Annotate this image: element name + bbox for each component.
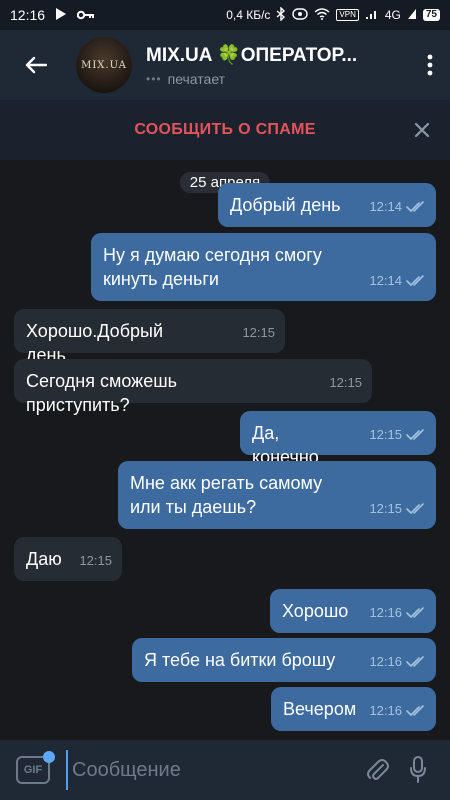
message-meta: 12:16 [369, 699, 426, 723]
signal-icon [365, 8, 379, 23]
double-check-icon [406, 201, 424, 212]
outgoing-message[interactable]: Мне акк регать самому или ты даешь? 12:15 [118, 461, 436, 529]
incoming-message[interactable]: Хорошо.Добрый день 12:15 [14, 309, 285, 365]
net-speed: 0,4 КБ/с [226, 8, 271, 22]
double-check-icon [406, 705, 424, 716]
message-meta: 12:15 [369, 497, 426, 521]
message-input[interactable] [66, 750, 358, 790]
gif-label: GIF [23, 764, 43, 776]
message-time: 12:16 [369, 654, 402, 669]
signal-icon-2 [407, 8, 417, 23]
bluetooth-icon [276, 5, 286, 24]
avatar-logo: MIX.UA [81, 59, 127, 71]
message-meta: 12:16 [369, 650, 426, 674]
alarm-icon [292, 7, 309, 23]
back-button[interactable] [8, 37, 64, 93]
message-meta: 12:15 [369, 423, 426, 447]
report-spam-button[interactable]: СООБЩИТЬ О СПАМЕ [134, 121, 315, 139]
double-check-icon [406, 275, 424, 286]
double-check-icon [406, 607, 424, 618]
message-meta: 12:15 [242, 321, 275, 345]
close-spam-button[interactable] [410, 118, 434, 142]
message-meta: 12:16 [369, 601, 426, 625]
close-icon [414, 122, 430, 138]
more-vertical-icon [427, 54, 433, 76]
message-meta: 12:15 [79, 549, 112, 573]
attach-button[interactable] [358, 750, 398, 790]
vpn-badge: VPN [336, 9, 359, 21]
message-meta: 12:14 [369, 269, 426, 293]
message-meta: 12:15 [329, 371, 362, 395]
chat-title: MIX.UA 🍀ОПЕРАТОР... [146, 45, 358, 66]
typing-dots-icon: ••• [146, 72, 162, 86]
outgoing-message[interactable]: Добрый день 12:14 [218, 183, 436, 227]
message-time: 12:14 [369, 273, 402, 288]
double-check-icon [406, 656, 424, 667]
message-text: Сегодня сможешь приступить? [26, 371, 178, 415]
chat-info[interactable]: MIX.UA 🍀ОПЕРАТОР... ••• печатает [146, 43, 410, 87]
status-bar: 12:16 0,4 КБ/с VPN 4G 75 [0, 0, 450, 30]
play-icon [55, 7, 67, 24]
key-icon [76, 7, 95, 23]
incoming-message[interactable]: Даю 12:15 [14, 537, 122, 581]
message-time: 12:15 [242, 325, 275, 340]
gif-button[interactable]: GIF [16, 751, 55, 784]
message-time: 12:16 [369, 605, 402, 620]
message-time: 12:15 [369, 501, 402, 516]
incoming-message[interactable]: Сегодня сможешь приступить? 12:15 [14, 359, 372, 415]
more-button[interactable] [410, 37, 450, 93]
chat-area[interactable]: 25 апреля Добрый день12:14Ну я думаю сег… [0, 160, 450, 740]
status-time: 12:16 [10, 7, 46, 23]
outgoing-message[interactable]: Вечером 12:16 [271, 687, 436, 731]
avatar[interactable]: MIX.UA [76, 37, 132, 93]
message-time: 12:15 [79, 553, 112, 568]
message-time: 12:16 [369, 703, 402, 718]
wifi-icon [314, 7, 330, 23]
message-time: 12:15 [329, 375, 362, 390]
outgoing-message[interactable]: Да, конечно 12:15 [240, 411, 436, 467]
message-meta: 12:14 [369, 195, 426, 219]
message-time: 12:15 [369, 427, 402, 442]
arrow-left-icon [25, 56, 47, 74]
notification-dot-icon [43, 751, 55, 763]
network-type: 4G [384, 8, 401, 22]
chat-header: MIX.UA MIX.UA 🍀ОПЕРАТОР... ••• печатает [0, 30, 450, 100]
typing-status: печатает [167, 71, 226, 87]
spam-bar: СООБЩИТЬ О СПАМЕ [0, 100, 450, 160]
outgoing-message[interactable]: Ну я думаю сегодня смогу кинуть деньги 12… [91, 233, 436, 301]
message-time: 12:14 [369, 199, 402, 214]
microphone-icon [410, 756, 426, 783]
paperclip-icon [367, 759, 389, 780]
chat-status: ••• печатает [146, 71, 410, 87]
double-check-icon [406, 429, 424, 440]
composer: GIF [0, 740, 450, 800]
double-check-icon [406, 503, 424, 514]
voice-button[interactable] [398, 750, 438, 790]
battery-indicator: 75 [422, 9, 440, 21]
outgoing-message[interactable]: Хорошо 12:16 [270, 589, 436, 633]
outgoing-message[interactable]: Я тебе на битки брошу 12:16 [132, 638, 436, 682]
